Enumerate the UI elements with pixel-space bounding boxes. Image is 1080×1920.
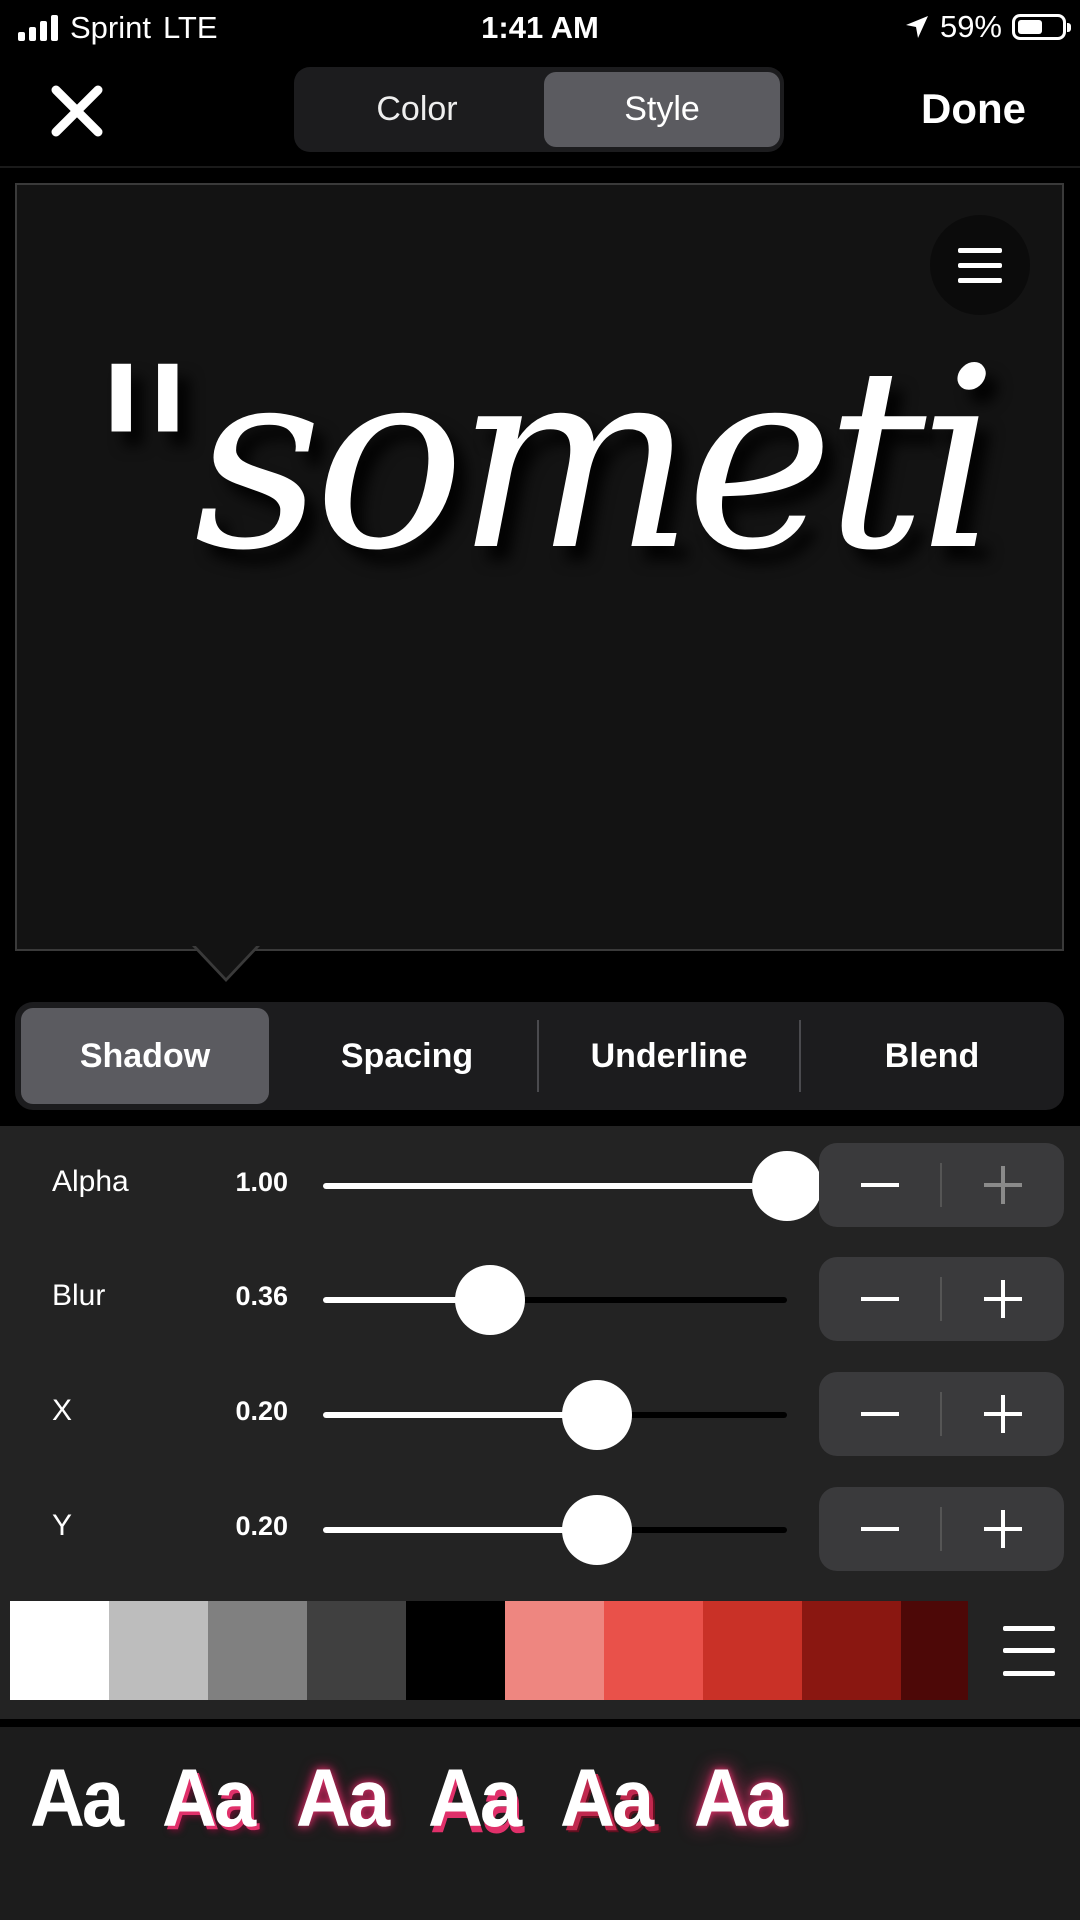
x-decrement-button[interactable]	[819, 1372, 941, 1456]
blur-slider-thumb[interactable]	[455, 1265, 526, 1335]
segment-color[interactable]: Color	[299, 72, 535, 147]
status-right: 59%	[904, 9, 1071, 45]
style-tabs: Shadow Spacing Underline Blend	[15, 1002, 1064, 1110]
y-slider-thumb[interactable]	[561, 1495, 632, 1565]
battery-icon	[1012, 14, 1071, 40]
alpha-label: Alpha	[52, 1165, 129, 1198]
blur-increment-button[interactable]	[942, 1257, 1064, 1341]
x-row: X 0.20	[0, 1372, 1080, 1458]
done-button[interactable]: Done	[921, 85, 1026, 133]
minus-icon	[861, 1527, 899, 1531]
style-preset-drop[interactable]: Aa	[428, 1752, 522, 1846]
color-swatch[interactable]	[406, 1601, 505, 1700]
blur-row: Blur 0.36	[0, 1257, 1080, 1343]
color-swatch[interactable]	[10, 1601, 109, 1700]
location-arrow-icon	[905, 16, 928, 38]
blur-slider[interactable]	[323, 1297, 787, 1303]
divider	[0, 1719, 1080, 1727]
close-button[interactable]	[48, 82, 106, 140]
y-row: Y 0.20	[0, 1487, 1080, 1573]
close-icon	[51, 85, 103, 137]
y-slider[interactable]	[323, 1527, 787, 1533]
y-decrement-button[interactable]	[819, 1487, 941, 1571]
color-swatch[interactable]	[703, 1601, 802, 1700]
x-slider[interactable]	[323, 1412, 787, 1418]
x-increment-button[interactable]	[942, 1372, 1064, 1456]
color-swatch[interactable]	[505, 1601, 604, 1700]
alpha-stepper	[819, 1143, 1064, 1227]
x-label: X	[52, 1394, 73, 1427]
color-swatch[interactable]	[604, 1601, 703, 1700]
color-swatch[interactable]	[901, 1601, 968, 1700]
tab-blend[interactable]: Blend	[801, 1008, 1063, 1104]
tab-spacing[interactable]: Spacing	[277, 1008, 537, 1104]
blur-label: Blur	[52, 1279, 106, 1312]
color-swatch[interactable]	[307, 1601, 406, 1700]
minus-icon	[861, 1412, 899, 1416]
menu-icon	[958, 248, 1002, 284]
alpha-value: 1.00	[235, 1167, 288, 1197]
menu-icon	[1003, 1626, 1055, 1676]
blur-value: 0.36	[235, 1281, 288, 1311]
tab-underline[interactable]: Underline	[539, 1008, 799, 1104]
color-swatch[interactable]	[208, 1601, 307, 1700]
plus-icon	[984, 1510, 1022, 1548]
preview-text: "someti	[87, 314, 998, 605]
y-label: Y	[52, 1509, 73, 1542]
plus-icon	[984, 1280, 1022, 1318]
y-stepper	[819, 1487, 1064, 1571]
plus-icon	[984, 1395, 1022, 1433]
color-swatch[interactable]	[802, 1601, 901, 1700]
style-preset-neon[interactable]: Aa	[694, 1752, 788, 1846]
palette-menu-button[interactable]	[1000, 1623, 1056, 1679]
color-palette	[10, 1601, 970, 1700]
style-preset-shadow[interactable]: Aa	[162, 1752, 256, 1846]
divider	[0, 166, 1080, 168]
y-increment-button[interactable]	[942, 1487, 1064, 1571]
alpha-row: Alpha 1.00	[0, 1143, 1080, 1229]
color-swatch[interactable]	[109, 1601, 208, 1700]
style-preset-plain[interactable]: Aa	[30, 1752, 124, 1846]
style-preset-glow[interactable]: Aa	[296, 1752, 390, 1846]
segment-style[interactable]: Style	[544, 72, 780, 147]
plus-icon	[984, 1166, 1022, 1204]
alpha-increment-button[interactable]	[942, 1143, 1064, 1227]
alpha-decrement-button[interactable]	[819, 1143, 941, 1227]
x-stepper	[819, 1372, 1064, 1456]
alpha-slider[interactable]	[323, 1183, 787, 1189]
minus-icon	[861, 1183, 899, 1187]
alpha-slider-thumb[interactable]	[752, 1151, 822, 1221]
tab-shadow[interactable]: Shadow	[21, 1008, 269, 1104]
x-slider-thumb[interactable]	[561, 1380, 632, 1450]
battery-percent: 59%	[939, 9, 1002, 44]
canvas-menu-button[interactable]	[930, 215, 1030, 315]
color-style-segmented-control: Color Style	[294, 67, 784, 152]
x-value: 0.20	[235, 1396, 288, 1426]
text-preview-canvas[interactable]: "someti	[15, 183, 1064, 951]
y-value: 0.20	[235, 1511, 288, 1541]
blur-stepper	[819, 1257, 1064, 1341]
minus-icon	[861, 1297, 899, 1301]
status-bar: Sprint LTE 1:41 AM 59%	[0, 0, 1080, 56]
style-preset-offset[interactable]: Aa	[560, 1752, 654, 1846]
canvas-pointer-arrow	[192, 944, 260, 982]
blur-decrement-button[interactable]	[819, 1257, 941, 1341]
